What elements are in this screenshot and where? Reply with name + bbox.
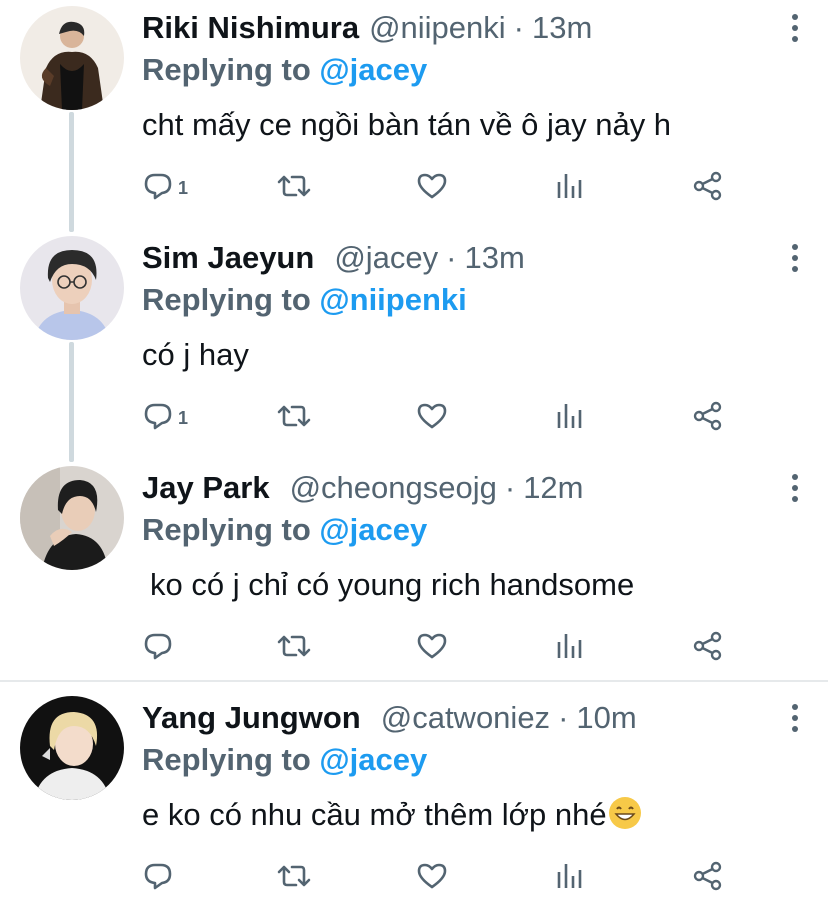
tweet-text: có j hay [142,337,249,372]
analytics-button[interactable] [555,624,585,668]
mention-link[interactable]: @niipenki [319,282,466,317]
reply-icon [144,633,172,660]
share-icon [693,401,722,431]
reply-button[interactable] [142,624,174,668]
analytics-button[interactable] [555,394,585,438]
avatar[interactable] [20,236,124,340]
replying-to: Replying to @jacey [142,510,427,550]
separator: · [504,470,516,505]
tweet[interactable]: Yang Jungwon @catwoniez · 10m Replying to @… [0,690,828,919]
reply-button[interactable]: 1 [142,164,188,208]
separator: · [446,240,457,275]
share-button[interactable] [692,394,724,438]
retweet-icon [277,865,311,887]
mention-link[interactable]: @jacey [319,512,427,547]
retweet-button[interactable] [276,164,312,208]
username[interactable]: @catwoniez [381,700,550,735]
reply-icon [144,173,172,200]
like-icon [417,403,447,429]
avatar[interactable] [20,6,124,110]
replying-to: Replying to @jacey [142,740,427,780]
tweet[interactable]: Jay Park @cheongseojg · 12m Replying to @ja… [0,460,828,680]
like-button[interactable] [415,164,449,208]
display-name[interactable]: Sim Jaeyun [142,240,314,275]
grinning-face-emoji [608,797,641,829]
replying-to-label: Replying to [142,282,311,317]
replying-to: Replying to @jacey [142,50,427,90]
analytics-button[interactable] [555,854,585,898]
analytics-icon [557,404,582,428]
replying-to-label: Replying to [142,742,311,777]
like-icon [417,173,447,199]
username[interactable]: @jacey [334,240,438,275]
retweet-button[interactable] [276,624,312,668]
action-bar [0,854,828,898]
analytics-icon [557,174,582,198]
share-button[interactable] [692,624,724,668]
replying-to-label: Replying to [142,512,311,547]
like-button[interactable] [415,394,449,438]
timestamp[interactable]: 12m [523,470,583,505]
retweet-icon [277,405,311,427]
analytics-button[interactable] [555,164,585,208]
tweet-text: ko có j chỉ có young rich handsome [150,567,635,602]
share-icon [693,861,722,891]
timestamp[interactable]: 13m [464,240,524,275]
more-options-icon[interactable] [790,14,800,44]
reply-button[interactable] [142,854,174,898]
tweet-header: Yang Jungwon @catwoniez · 10m [142,698,637,738]
more-options-icon[interactable] [790,474,800,504]
timestamp[interactable]: 13m [532,10,592,45]
analytics-icon [557,864,582,888]
divider [0,680,828,682]
share-icon [693,171,722,201]
retweet-button[interactable] [276,854,312,898]
share-icon [693,631,722,661]
separator: · [558,700,569,735]
tweet[interactable]: Riki Nishimura @niipenki · 13m Replying to … [0,0,828,230]
action-bar [0,624,828,668]
share-button[interactable] [692,164,724,208]
reply-icon [144,863,172,890]
tweet-header: Jay Park @cheongseojg · 12m [142,468,584,508]
tweet-header: Sim Jaeyun @jacey · 13m [142,238,525,278]
display-name[interactable]: Riki Nishimura [142,10,359,45]
replying-to-label: Replying to [142,52,311,87]
analytics-icon [557,634,582,658]
like-icon [417,863,447,889]
timestamp[interactable]: 10m [576,700,636,735]
reply-button[interactable]: 1 [142,394,188,438]
retweet-icon [277,175,311,197]
like-icon [417,633,447,659]
tweet-text: e ko có nhu cầu mở thêm lớp nhé [142,797,607,832]
username[interactable]: @cheongseojg [290,470,497,505]
mention-link[interactable]: @jacey [319,742,427,777]
tweet-text: cht mấy ce ngồi bàn tán về ô jay nảy h [142,107,672,142]
tweet-text-container: e ko có nhu cầu mở thêm lớp nhé [142,794,641,836]
replying-to: Replying to @niipenki [142,280,467,320]
username[interactable]: @niipenki [369,10,506,45]
mention-link[interactable]: @jacey [319,52,427,87]
display-name[interactable]: Yang Jungwon [142,700,361,735]
retweet-button[interactable] [276,394,312,438]
more-options-icon[interactable] [790,244,800,274]
tweet-header: Riki Nishimura @niipenki · 13m [142,8,592,48]
share-button[interactable] [692,854,724,898]
display-name[interactable]: Jay Park [142,470,270,505]
separator: · [513,10,524,45]
reply-count: 1 [178,177,189,198]
reply-count: 1 [178,407,189,428]
avatar[interactable] [20,696,124,800]
like-button[interactable] [415,624,449,668]
reply-icon [144,403,172,430]
like-button[interactable] [415,854,449,898]
more-options-icon[interactable] [790,704,800,734]
avatar[interactable] [20,466,124,570]
retweet-icon [277,635,311,657]
tweet[interactable]: Sim Jaeyun @jacey · 13m Replying to @niipen… [0,230,828,460]
action-bar: 1 [0,394,828,438]
action-bar: 1 [0,164,828,208]
